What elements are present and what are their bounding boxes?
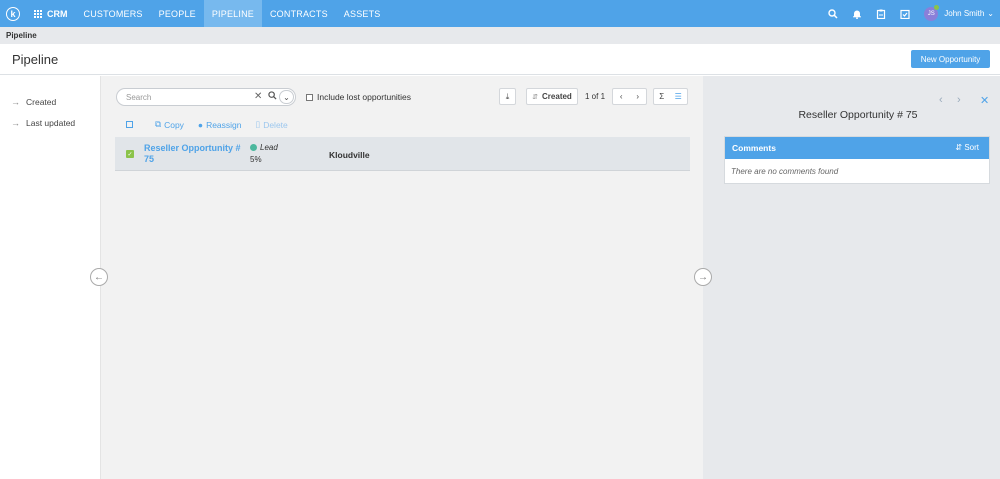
copy-button[interactable]: ⧉ Copy bbox=[155, 119, 184, 130]
chevron-left-icon[interactable]: ‹ bbox=[620, 92, 623, 101]
chevron-down-icon[interactable]: ⌄ bbox=[279, 90, 294, 104]
pagination-label: 1 of 1 bbox=[585, 92, 606, 101]
nav-customers[interactable]: CUSTOMERS bbox=[76, 0, 151, 27]
arrow-right-icon: → bbox=[11, 118, 20, 128]
bulk-actions: ⧉ Copy ● Reassign ▯ Delete bbox=[126, 119, 288, 130]
nav-assets[interactable]: ASSETS bbox=[336, 0, 389, 27]
chevron-left-icon[interactable]: ‹ bbox=[939, 94, 943, 106]
stage-badge: Lead bbox=[250, 143, 278, 152]
comments-card: Comments ⇵ Sort There are no comments fo… bbox=[724, 136, 990, 184]
stage-icon bbox=[250, 144, 257, 151]
trash-icon: ▯ bbox=[255, 119, 261, 129]
close-icon[interactable]: ✕ bbox=[980, 94, 989, 107]
logo-icon[interactable]: k bbox=[6, 6, 20, 21]
apps-grid-icon bbox=[34, 9, 42, 18]
download-button[interactable]: ⤓ bbox=[499, 88, 516, 105]
app-name: CRM bbox=[47, 8, 68, 19]
include-lost-label: Include lost opportunities bbox=[317, 92, 412, 102]
include-lost-toggle[interactable]: Include lost opportunities bbox=[306, 92, 411, 102]
arrow-left-icon: ← bbox=[94, 271, 104, 283]
account-name: Kloudville bbox=[329, 150, 370, 160]
user-icon: ● bbox=[197, 119, 204, 130]
sidebar: → Created → Last updated bbox=[0, 76, 101, 479]
search-box[interactable]: Search ✕ ⌄ bbox=[116, 88, 296, 106]
breadcrumb: Pipeline bbox=[0, 27, 1000, 44]
nav-right: JS John Smith ⌄ bbox=[828, 0, 994, 27]
opportunity-list: Search ✕ ⌄ Include lost opportunities ⤓ … bbox=[101, 76, 703, 479]
chevron-down-icon: ⌄ bbox=[987, 9, 994, 18]
chevron-right-icon[interactable]: › bbox=[636, 92, 639, 101]
delete-label: Delete bbox=[263, 119, 288, 130]
arrow-right-icon: → bbox=[698, 271, 708, 283]
sum-icon[interactable]: Σ bbox=[659, 92, 664, 101]
search-input[interactable]: Search bbox=[126, 93, 151, 102]
stage-label: Lead bbox=[260, 143, 278, 152]
table-row[interactable]: ✓ Reseller Opportunity # 75 Lead 5% Klou… bbox=[115, 137, 690, 171]
select-all-checkbox[interactable] bbox=[126, 121, 133, 128]
user-menu[interactable]: John Smith ⌄ bbox=[944, 9, 994, 18]
comments-sort-button[interactable]: ⇵ Sort bbox=[955, 137, 979, 159]
main-nav: CUSTOMERS PEOPLE PIPELINE CONTRACTS ASSE… bbox=[76, 0, 389, 27]
download-icon: ⤓ bbox=[505, 91, 510, 101]
user-name: John Smith bbox=[944, 9, 985, 18]
new-opportunity-button[interactable]: New Opportunity bbox=[911, 50, 990, 68]
avatar[interactable]: JS bbox=[924, 4, 940, 21]
page-title: Pipeline bbox=[12, 52, 59, 67]
list-view-icon[interactable]: ☰ bbox=[675, 92, 682, 101]
row-checkbox[interactable]: ✓ bbox=[126, 150, 134, 158]
comments-title: Comments bbox=[732, 143, 776, 153]
nav-contracts[interactable]: CONTRACTS bbox=[262, 0, 336, 27]
include-lost-checkbox[interactable] bbox=[306, 93, 313, 101]
sort-icon: ⇵ bbox=[955, 143, 963, 152]
delete-button[interactable]: ▯ Delete bbox=[256, 119, 288, 130]
comments-header: Comments ⇵ Sort bbox=[725, 137, 989, 159]
sidebar-item-last-updated[interactable]: → Last updated bbox=[11, 118, 75, 128]
arrow-right-icon: → bbox=[11, 97, 20, 107]
detail-title: Reseller Opportunity # 75 bbox=[798, 109, 918, 121]
sidebar-item-label: Last updated bbox=[26, 118, 76, 128]
comments-empty-message: There are no comments found bbox=[731, 167, 839, 176]
bell-icon[interactable] bbox=[852, 9, 862, 19]
collapse-left-button[interactable]: ← bbox=[90, 268, 108, 286]
reassign-label: Reassign bbox=[206, 119, 242, 130]
chevron-right-icon[interactable]: › bbox=[957, 94, 961, 106]
collapse-right-button[interactable]: → bbox=[694, 268, 712, 286]
nav-pipeline[interactable]: PIPELINE bbox=[203, 0, 262, 27]
clipboard-icon[interactable] bbox=[876, 9, 886, 19]
nav-people[interactable]: PEOPLE bbox=[151, 0, 204, 27]
sort-icon: ⇵ bbox=[532, 93, 539, 101]
sort-label: Created bbox=[542, 92, 572, 101]
sidebar-item-created[interactable]: → Created bbox=[11, 97, 56, 107]
sidebar-item-label: Created bbox=[26, 97, 57, 107]
comments-sort-label: Sort bbox=[964, 143, 979, 152]
probability: 5% bbox=[250, 155, 262, 164]
copy-label: Copy bbox=[164, 119, 184, 130]
search-icon[interactable] bbox=[268, 91, 277, 102]
pager: ‹ › bbox=[612, 88, 647, 105]
opportunity-title-link[interactable]: Reseller Opportunity # 75 bbox=[144, 143, 242, 165]
search-icon[interactable] bbox=[828, 8, 838, 19]
calendar-check-icon[interactable] bbox=[900, 9, 910, 19]
detail-panel: ‹ › ✕ Reseller Opportunity # 75 Comments… bbox=[703, 76, 1000, 479]
sort-button[interactable]: ⇵ Created bbox=[526, 88, 578, 105]
title-bar: Pipeline New Opportunity bbox=[0, 44, 1000, 75]
copy-icon: ⧉ bbox=[155, 119, 162, 129]
app-switcher[interactable]: CRM bbox=[34, 9, 68, 19]
top-nav: k CRM CUSTOMERS PEOPLE PIPELINE CONTRACT… bbox=[0, 0, 1000, 27]
close-icon[interactable]: ✕ bbox=[254, 91, 262, 102]
view-switcher: Σ ☰ bbox=[653, 88, 688, 105]
reassign-button[interactable]: ● Reassign bbox=[198, 120, 242, 130]
